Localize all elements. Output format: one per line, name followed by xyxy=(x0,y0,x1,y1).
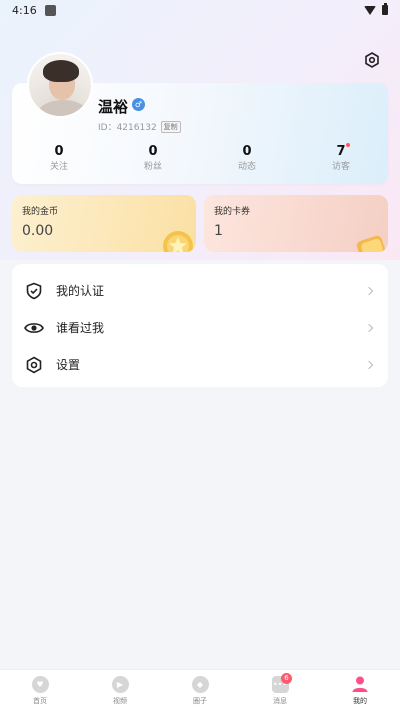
menu-item-label: 设置 xyxy=(56,358,81,372)
coins-title: 我的金币 xyxy=(22,207,59,217)
user-id-row: ID：4216132 复制 xyxy=(98,120,181,133)
home-icon: ♥ xyxy=(31,675,49,693)
stat-count: 7 xyxy=(336,144,346,159)
status-time: 4:16 xyxy=(12,3,37,17)
battery-icon xyxy=(382,3,388,15)
stat-label: 关注 xyxy=(49,162,68,172)
menu-list: 我的认证 谁看过我 设置 xyxy=(12,264,388,387)
stat-label: 粉丝 xyxy=(143,162,162,172)
avatar-hair xyxy=(43,60,79,82)
tab-label: 圈子 xyxy=(193,696,207,705)
settings-icon xyxy=(365,52,379,68)
tab-label: 首页 xyxy=(33,696,47,705)
new-visitor-dot xyxy=(346,143,350,147)
avatar[interactable] xyxy=(27,52,93,118)
compass-icon: ◆ xyxy=(191,675,209,693)
coins-card[interactable]: 我的金币 0.00 xyxy=(12,195,196,252)
tab-label: 消息 xyxy=(273,696,287,705)
stats-row: 0 关注 0 粉丝 0 动态 7 访客 xyxy=(12,143,388,177)
stat-label: 动态 xyxy=(237,162,256,172)
user-name: 温裕 xyxy=(98,98,129,116)
vouchers-card[interactable]: 我的卡券 1 xyxy=(204,195,388,252)
avatar-body xyxy=(37,100,89,116)
menu-item-verification[interactable]: 我的认证 xyxy=(12,272,388,309)
eye-icon xyxy=(24,318,44,338)
male-icon: ♂ xyxy=(132,98,145,111)
tab-video[interactable]: ▶ 视频 xyxy=(80,670,160,711)
user-icon xyxy=(352,676,368,692)
chevron-right-icon xyxy=(364,323,374,332)
tab-label: 视频 xyxy=(113,696,127,705)
video-icon: ▶ xyxy=(111,675,129,693)
stat-label: 访客 xyxy=(331,162,350,172)
stat-count: 0 xyxy=(54,144,64,159)
shield-check-icon xyxy=(24,281,44,301)
coin-star-icon xyxy=(163,231,193,252)
notification-icon xyxy=(44,4,56,16)
stat-followers[interactable]: 0 粉丝 xyxy=(106,143,200,177)
message-badge: 6 xyxy=(281,673,292,684)
user-id: ID：4216132 xyxy=(98,123,157,133)
bottom-tab-bar: ♥ 首页 ▶ 视频 ◆ 圈子 ••• 6 消息 我的 xyxy=(0,669,400,711)
settings-icon xyxy=(24,355,44,375)
chevron-right-icon xyxy=(364,286,374,295)
status-bar: 4:16 xyxy=(0,0,400,20)
chevron-right-icon xyxy=(364,360,374,369)
settings-button[interactable] xyxy=(362,50,382,70)
voucher-icon xyxy=(356,235,386,252)
wifi-icon xyxy=(364,5,376,15)
stat-count: 0 xyxy=(242,144,252,159)
menu-item-label: 谁看过我 xyxy=(56,321,105,335)
tab-me[interactable]: 我的 xyxy=(320,670,400,711)
stat-count: 0 xyxy=(148,144,158,159)
menu-item-settings[interactable]: 设置 xyxy=(12,346,388,383)
stat-visitors[interactable]: 7 访客 xyxy=(294,143,388,177)
tab-home[interactable]: ♥ 首页 xyxy=(0,670,80,711)
stat-posts[interactable]: 0 动态 xyxy=(200,143,294,177)
vouchers-title: 我的卡券 xyxy=(214,207,251,217)
tab-messages[interactable]: ••• 6 消息 xyxy=(240,670,320,711)
tab-label: 我的 xyxy=(353,697,367,705)
stat-following[interactable]: 0 关注 xyxy=(12,143,106,177)
menu-item-label: 我的认证 xyxy=(56,284,105,298)
tab-circle[interactable]: ◆ 圈子 xyxy=(160,670,240,711)
copy-id-button[interactable]: 复制 xyxy=(160,120,181,133)
menu-item-viewers[interactable]: 谁看过我 xyxy=(12,309,388,346)
